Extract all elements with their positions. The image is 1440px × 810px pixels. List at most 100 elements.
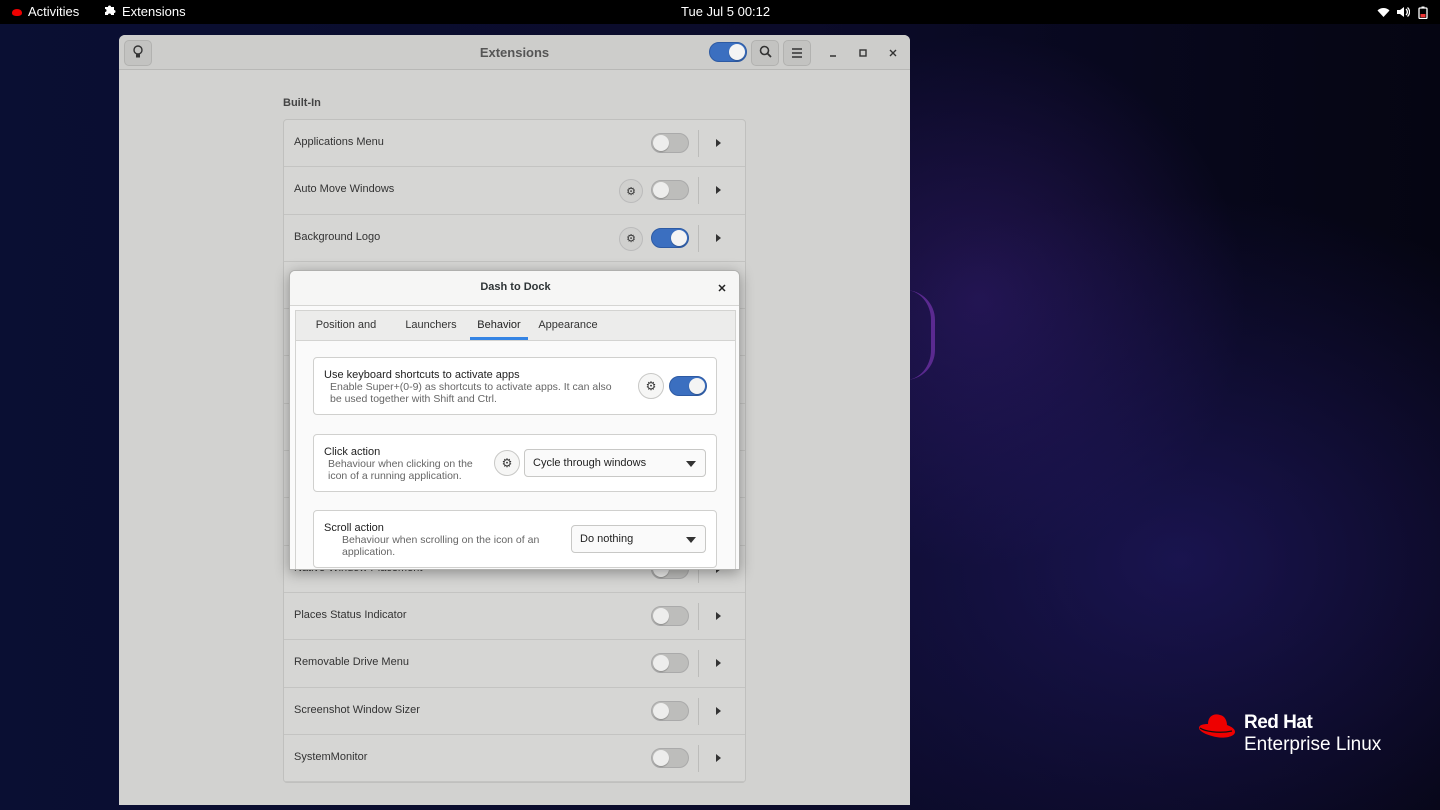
tab-position-and-size[interactable]: Position and size — [305, 311, 387, 360]
extension-toggle[interactable] — [651, 227, 689, 248]
dialog-title: Dash to Dock — [480, 281, 551, 293]
redhat-icon — [12, 8, 22, 16]
close-window-button[interactable] — [882, 42, 904, 64]
extension-settings-button[interactable]: ⚙ — [619, 226, 643, 251]
chevron-right-icon — [716, 753, 721, 762]
option-description: Behaviour when clicking on the icon of a… — [328, 458, 473, 482]
close-icon — [717, 281, 727, 296]
extension-toggle[interactable] — [651, 747, 689, 768]
tab-launchers[interactable]: Launchers — [403, 311, 459, 340]
chevron-right-icon — [716, 611, 721, 620]
search-button[interactable] — [751, 40, 779, 66]
chevron-right-icon — [716, 139, 721, 147]
dialog-close-button[interactable] — [714, 280, 730, 296]
row-divider — [698, 697, 699, 725]
tab-appearance[interactable]: Appearance — [537, 311, 599, 340]
shortcuts-toggle[interactable] — [669, 376, 707, 396]
extension-name: Screenshot Window Sizer — [294, 703, 420, 716]
minimize-icon — [828, 46, 838, 61]
activities-label: Activities — [28, 4, 80, 19]
extension-name: Removable Drive Menu — [294, 656, 409, 669]
main-menu-button[interactable] — [783, 40, 811, 66]
section-heading-built-in: Built-In — [283, 97, 321, 109]
system-tray[interactable] — [1376, 0, 1430, 24]
extension-row[interactable]: Removable Drive Menu — [284, 640, 745, 688]
extension-row[interactable]: SystemMonitor — [284, 735, 745, 783]
maximize-icon — [858, 46, 868, 61]
redhat-hat-icon — [1199, 714, 1235, 738]
option-title: Scroll action — [324, 522, 384, 534]
toggle-knob — [653, 702, 669, 719]
activities-button[interactable]: Activities — [12, 0, 79, 24]
extension-name: SystemMonitor — [294, 750, 368, 763]
toggle-knob — [671, 229, 687, 246]
extension-name: Auto Move Windows — [294, 183, 395, 196]
hamburger-icon — [791, 46, 803, 61]
toggle-knob — [689, 378, 705, 394]
extension-toggle[interactable] — [651, 700, 689, 721]
row-divider — [698, 177, 699, 205]
clock[interactable]: Tue Jul 5 00:12 — [681, 0, 770, 24]
shortcuts-settings-button[interactable]: ⚙ — [638, 373, 664, 399]
click-action-settings-button[interactable]: ⚙ — [494, 450, 520, 476]
scroll-action-dropdown[interactable]: Do nothing — [571, 525, 706, 553]
close-icon — [888, 46, 898, 61]
gear-icon: ⚙ — [626, 233, 636, 246]
click-action-dropdown[interactable]: Cycle through windows — [524, 449, 706, 477]
option-click-action: Click action Behaviour when clicking on … — [313, 434, 717, 492]
minimize-button[interactable] — [822, 42, 844, 64]
behavior-tab-panel: Use keyboard shortcuts to activate apps … — [295, 340, 736, 569]
row-divider — [698, 744, 699, 772]
extension-toggle[interactable] — [651, 133, 689, 153]
extension-row[interactable]: Background Logo ⚙ — [284, 215, 745, 262]
option-scroll-action: Scroll action Behaviour when scrolling o… — [313, 510, 717, 568]
chevron-right-icon — [716, 659, 721, 668]
expand-row-button[interactable] — [716, 183, 724, 197]
volume-icon — [1396, 5, 1410, 19]
extension-name: Places Status Indicator — [294, 608, 407, 621]
tab-behavior[interactable]: Behavior — [470, 311, 528, 340]
option-keyboard-shortcuts: Use keyboard shortcuts to activate apps … — [313, 357, 717, 415]
chevron-down-icon — [686, 537, 696, 543]
expand-row-button[interactable] — [716, 231, 724, 245]
toggle-knob — [653, 749, 669, 766]
extension-row[interactable]: Applications Menu — [284, 120, 745, 168]
expand-row-button[interactable] — [716, 609, 724, 623]
dialog-tab-bar: Position and size Launchers Behavior App… — [295, 310, 736, 360]
toggle-knob — [653, 607, 669, 624]
expand-row-button[interactable] — [716, 751, 724, 765]
extension-row[interactable]: Screenshot Window Sizer — [284, 688, 745, 735]
window-header: Extensions — [119, 35, 910, 70]
app-menu-label: Extensions — [122, 4, 186, 19]
extension-name: Background Logo — [294, 230, 381, 243]
app-menu-button[interactable]: Extensions — [103, 0, 186, 24]
toggle-knob — [653, 182, 669, 199]
dialog-header: Dash to Dock — [290, 271, 739, 306]
chevron-right-icon — [716, 706, 721, 715]
extension-toggle[interactable] — [651, 180, 689, 201]
row-divider — [698, 224, 699, 252]
extension-toggle[interactable] — [651, 653, 689, 674]
chevron-right-icon — [716, 186, 721, 195]
row-divider — [698, 130, 699, 157]
expand-row-button[interactable] — [716, 136, 724, 150]
extension-row[interactable]: Auto Move Windows ⚙ — [284, 167, 745, 215]
extension-name: Applications Menu — [294, 136, 384, 148]
toggle-knob — [729, 44, 745, 60]
expand-row-button[interactable] — [716, 656, 724, 670]
extensions-global-toggle[interactable] — [709, 42, 747, 62]
extension-settings-button[interactable]: ⚙ — [619, 179, 643, 204]
maximize-button[interactable] — [852, 42, 874, 64]
dropdown-value: Cycle through windows — [533, 457, 647, 469]
extension-toggle[interactable] — [651, 605, 689, 626]
puzzle-icon — [103, 0, 116, 24]
battery-icon — [1416, 5, 1430, 19]
chevron-right-icon — [716, 233, 721, 242]
option-description: Enable Super+(0-9) as shortcuts to activ… — [330, 381, 612, 405]
chevron-down-icon — [686, 461, 696, 467]
gear-icon: ⚙ — [645, 379, 657, 393]
dropdown-value: Do nothing — [580, 533, 634, 545]
extension-row[interactable]: Places Status Indicator — [284, 593, 745, 641]
expand-row-button[interactable] — [716, 704, 724, 718]
gear-icon: ⚙ — [626, 185, 636, 198]
